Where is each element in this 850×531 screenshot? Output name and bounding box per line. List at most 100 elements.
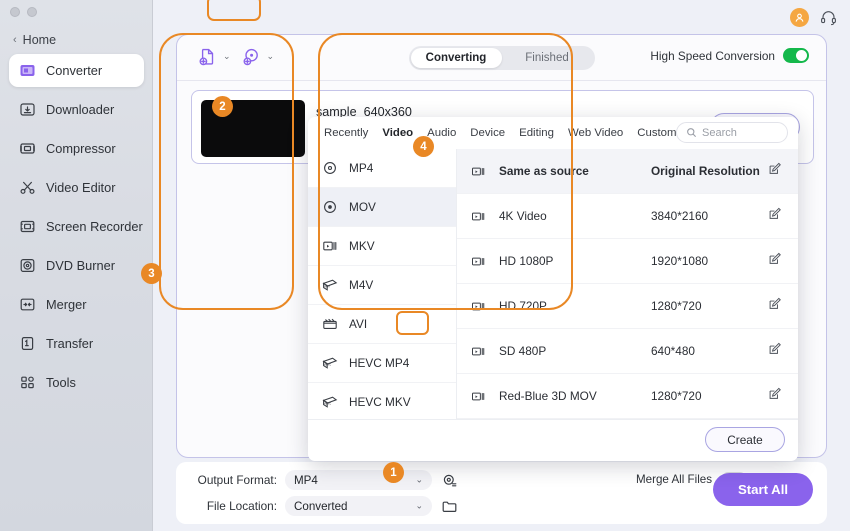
high-speed-toggle[interactable] <box>783 48 809 63</box>
chevron-down-icon[interactable]: ⌄ <box>415 501 423 512</box>
resolution-value: 640*480 <box>651 344 695 358</box>
svg-text:HEVC: HEVC <box>324 402 331 406</box>
resolution-row[interactable]: Same as source Original Resolution <box>457 149 798 194</box>
format-label: M4V <box>349 278 374 292</box>
format-item-mp4[interactable]: MP4 <box>308 149 456 188</box>
main-area: ⌄ ⌄ Converting Finished High Speed Conve… <box>153 0 850 531</box>
tab-editing[interactable]: Editing <box>512 124 561 142</box>
file-location-select[interactable]: Converted ⌄ <box>285 496 432 516</box>
sidebar-item-video-editor[interactable]: Video Editor <box>9 171 144 204</box>
start-all-button[interactable]: Start All <box>713 473 813 506</box>
format-label: MKV <box>349 239 375 253</box>
video-icon <box>472 167 485 175</box>
sidebar-item-label: Tools <box>46 375 76 390</box>
resolution-name: 4K Video <box>499 209 547 223</box>
resolution-value: 1280*720 <box>651 299 702 313</box>
resolution-row[interactable]: 4K Video 3840*2160 <box>457 194 798 239</box>
video-icon <box>472 302 485 310</box>
minimize-button[interactable] <box>27 7 37 17</box>
high-speed-label: High Speed Conversion <box>650 48 775 63</box>
tab-finished[interactable]: Finished <box>502 48 593 68</box>
edit-icon[interactable] <box>768 297 782 316</box>
tab-device[interactable]: Device <box>463 124 512 142</box>
format-item-m4v[interactable]: M4V M4V <box>308 266 456 305</box>
add-disc-button[interactable]: ⌄ <box>242 47 275 66</box>
edit-icon[interactable] <box>768 342 782 361</box>
folder-icon[interactable] <box>441 498 458 515</box>
format-item-mkv[interactable]: MKV <box>308 227 456 266</box>
format-item-mov[interactable]: MOV <box>308 188 456 227</box>
panel-tabs: Recently Video Audio Device Editing Web … <box>308 117 798 149</box>
resolution-row[interactable]: Red-Blue 3D MOV 1280*720 <box>457 374 798 419</box>
video-icon <box>472 392 485 400</box>
headset-icon[interactable] <box>819 8 838 27</box>
window-traffic-lights[interactable] <box>10 7 37 17</box>
resolution-value: 1280*720 <box>651 389 702 403</box>
resolution-row[interactable]: HD 720P 1280*720 <box>457 284 798 329</box>
edit-icon[interactable] <box>768 162 782 181</box>
sidebar-item-label: Converter <box>46 63 103 78</box>
tab-web-video[interactable]: Web Video <box>561 124 630 142</box>
download-icon <box>19 101 36 118</box>
avi-icon <box>323 318 337 329</box>
format-settings-icon[interactable] <box>441 472 458 489</box>
svg-text:HEVC: HEVC <box>324 363 331 367</box>
sidebar-item-screen-recorder[interactable]: Screen Recorder <box>9 210 144 243</box>
home-breadcrumb[interactable]: ‹ Home <box>13 33 56 47</box>
merge-icon <box>19 296 36 313</box>
format-label: MP4 <box>349 161 374 175</box>
file-location-row: File Location: Converted ⌄ <box>196 496 458 516</box>
sidebar-item-transfer[interactable]: Transfer <box>9 327 144 360</box>
close-button[interactable] <box>10 7 20 17</box>
create-button[interactable]: Create <box>705 427 785 452</box>
format-item-hevc-mp4[interactable]: HEVC HEVC MP4 <box>308 344 456 383</box>
edit-icon[interactable] <box>768 387 782 406</box>
output-format-value: MP4 <box>294 473 318 487</box>
top-bar <box>790 8 838 27</box>
resolution-name: SD 480P <box>499 344 547 358</box>
sidebar-item-dvd-burner[interactable]: DVD Burner <box>9 249 144 282</box>
sidebar-item-merger[interactable]: Merger <box>9 288 144 321</box>
search-box[interactable]: Search <box>676 122 788 143</box>
sidebar-item-converter[interactable]: Converter <box>9 54 144 87</box>
format-item-hevc-mkv[interactable]: HEVC HEVC MKV <box>308 383 456 419</box>
sidebar-item-label: Screen Recorder <box>46 219 143 234</box>
add-file-button[interactable]: ⌄ <box>198 47 231 66</box>
converter-icon <box>19 62 36 79</box>
hevc-mp4-icon: HEVC <box>322 357 338 369</box>
format-item-avi[interactable]: AVI <box>308 305 456 344</box>
chevron-left-icon: ‹ <box>13 33 17 46</box>
mkv-icon <box>323 241 337 251</box>
chevron-down-icon[interactable]: ⌄ <box>267 52 275 61</box>
resolution-name: HD 1080P <box>499 254 554 268</box>
chevron-down-icon[interactable]: ⌄ <box>223 52 231 61</box>
tab-converting[interactable]: Converting <box>410 48 502 68</box>
sidebar-item-compressor[interactable]: Compressor <box>9 132 144 165</box>
svg-text:M4V: M4V <box>324 284 330 288</box>
grid-icon <box>19 374 36 391</box>
resolution-value: Original Resolution <box>651 164 760 178</box>
home-label: Home <box>22 33 57 47</box>
edit-icon[interactable] <box>768 207 782 226</box>
tab-recently[interactable]: Recently <box>317 124 375 142</box>
edit-icon[interactable] <box>768 252 782 271</box>
resolution-row[interactable]: HD 1080P 1920*1080 <box>457 239 798 284</box>
file-location-value: Converted <box>294 499 348 513</box>
sidebar-item-label: Compressor <box>46 141 116 156</box>
output-format-label: Output Format: <box>197 473 277 487</box>
sidebar-item-tools[interactable]: Tools <box>9 366 144 399</box>
resolution-name: HD 720P <box>499 299 547 313</box>
sidebar-item-downloader[interactable]: Downloader <box>9 93 144 126</box>
resolution-value: 1920*1080 <box>651 254 709 268</box>
resolution-name: Same as source <box>499 164 589 178</box>
output-format-select[interactable]: MP4 ⌄ <box>285 470 432 490</box>
format-label: HEVC MP4 <box>349 356 410 370</box>
resolution-row[interactable]: SD 480P 640*480 <box>457 329 798 374</box>
video-icon <box>472 347 485 355</box>
format-list: MP4 MOV MKV M4V M4V AVI HEVC HEVC MP4 HE… <box>308 149 457 419</box>
user-avatar-icon[interactable] <box>790 8 809 27</box>
chevron-down-icon[interactable]: ⌄ <box>415 475 423 486</box>
format-label: AVI <box>349 317 368 331</box>
disc-icon <box>19 257 36 274</box>
tab-video[interactable]: Video <box>375 124 420 142</box>
